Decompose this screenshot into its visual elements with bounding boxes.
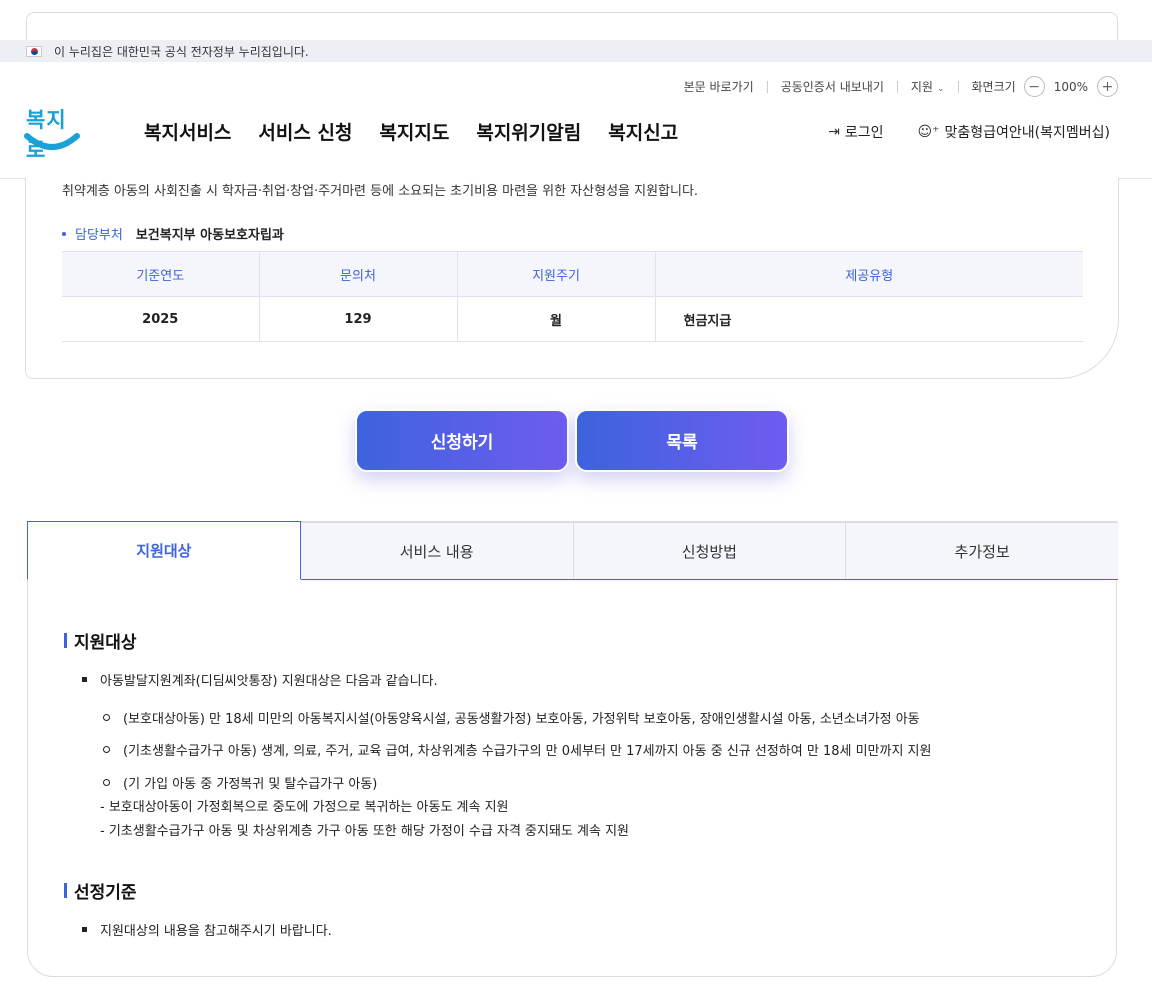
detail-tab-panel: 지원대상 서비스 내용 신청방법 추가정보 지원대상 아동발달지원계좌(디딤씨앗…: [27, 521, 1118, 977]
chevron-down-icon: ⌄: [936, 84, 945, 94]
tab-service-content[interactable]: 서비스 내용: [300, 522, 574, 579]
service-description: 취약계층 아동의 사회진출 시 학자금·취업·창업·주거마련 등에 소요되는 초…: [62, 184, 699, 199]
list-item: 지원대상의 내용을 참고해주시기 바랍니다.: [82, 920, 332, 939]
nav-item-welfare-report[interactable]: 복지신고: [608, 118, 678, 145]
eligibility-intro: 아동발달지원계좌(디딤씨앗통장) 지원대상은 다음과 같습니다.: [100, 674, 438, 689]
title-accent-bar: [64, 633, 67, 648]
login-icon: ⇥: [828, 124, 840, 140]
eligibility-note-2: - 기초생활수급가구 아동 및 차상위계층 가구 아동 또한 해당 가정이 수급…: [100, 824, 629, 839]
col-header-cycle: 지원주기: [457, 251, 656, 297]
circle-bullet-icon: [103, 779, 110, 786]
list-item: (기초생활수급가구 아동) 생계, 의료, 주거, 교육 급여, 차상위계층 수…: [103, 740, 931, 759]
membership-button[interactable]: ☺⁺ 맞춤형급여안내(복지멤버십): [918, 122, 1110, 142]
utility-menu: 본문 바로가기 공동인증서 내보내기 지원 ⌄ 화면크기 − 100% +: [684, 76, 1118, 97]
criteria-text: 지원대상의 내용을 참고해주시기 바랍니다.: [100, 924, 332, 939]
dept-value: 보건복지부 아동보호자립과: [135, 228, 284, 243]
responsible-department: 담당부처 보건복지부 아동보호자립과: [62, 224, 284, 243]
cell-contact: 129: [259, 296, 458, 342]
table-row: 2025 129 월 현금지급: [62, 296, 1083, 342]
section-title-text: 선정기준: [74, 883, 137, 903]
tab-additional-info[interactable]: 추가정보: [846, 522, 1118, 579]
eligibility-item-1: (보호대상아동) 만 18세 미만의 아동복지시설(아동양육시설, 공동생활가정…: [123, 712, 920, 727]
nav-item-welfare-service[interactable]: 복지서비스: [144, 118, 231, 145]
list-item: (보호대상아동) 만 18세 미만의 아동복지시설(아동양육시설, 공동생활가정…: [103, 708, 920, 727]
support-label: 지원: [910, 80, 933, 94]
divider: [766, 80, 768, 93]
site-header: 본문 바로가기 공동인증서 내보내기 지원 ⌄ 화면크기 − 100% + 복지로…: [0, 62, 1152, 179]
col-header-type: 제공유형: [655, 251, 1083, 297]
zoom-out-button[interactable]: −: [1023, 76, 1045, 97]
login-button[interactable]: ⇥ 로그인: [828, 122, 883, 142]
list-item: 아동발달지원계좌(디딤씨앗통장) 지원대상은 다음과 같습니다.: [82, 670, 438, 689]
tab-application-method[interactable]: 신청방법: [573, 522, 847, 579]
section-title-criteria: 선정기준: [64, 878, 137, 903]
cell-cycle: 월: [457, 296, 656, 342]
cell-type: 현금지급: [655, 296, 1083, 342]
login-label: 로그인: [844, 125, 884, 141]
divider: [896, 80, 898, 93]
tab-bar: 지원대상 서비스 내용 신청방법 추가정보: [27, 521, 1118, 580]
service-info-card: 취약계층 아동의 사회진출 시 학자금·취업·창업·주거마련 등에 소요되는 초…: [25, 178, 1119, 379]
bullet-dot-icon: [62, 231, 66, 236]
square-bullet-icon: [82, 927, 87, 932]
circle-bullet-icon: [103, 714, 110, 721]
eligibility-item-2: (기초생활수급가구 아동) 생계, 의료, 주거, 교육 급여, 차상위계층 수…: [123, 744, 932, 759]
nav-item-crisis-alert[interactable]: 복지위기알림: [476, 118, 581, 145]
square-bullet-icon: [82, 677, 87, 682]
service-info-table: 기준연도 문의처 지원주기 제공유형 2025 129 월 현금지급: [62, 251, 1083, 342]
membership-label: 맞춤형급여안내(복지멤버십): [944, 125, 1110, 141]
section-title-text: 지원대상: [74, 633, 137, 653]
gov-notice-text: 이 누리집은 대한민국 공식 전자정부 누리집입니다.: [54, 44, 309, 59]
site-logo[interactable]: 복지로: [24, 104, 80, 162]
eligibility-item-3: (기 가입 아동 중 가정복귀 및 탈수급가구 아동): [123, 777, 378, 792]
dept-label: 담당부처: [75, 228, 123, 243]
col-header-year: 기준연도: [62, 251, 260, 297]
title-accent-bar: [64, 883, 67, 898]
gov-notice-bar: 이 누리집은 대한민국 공식 전자정부 누리집입니다.: [0, 40, 1152, 62]
skip-to-content-link[interactable]: 본문 바로가기: [684, 78, 754, 95]
logo-smile-icon: [24, 133, 80, 150]
zoom-in-button[interactable]: +: [1097, 76, 1118, 97]
col-header-contact: 문의처: [259, 251, 458, 297]
export-certificate-link[interactable]: 공동인증서 내보내기: [781, 78, 884, 95]
section-title-eligibility: 지원대상: [64, 628, 137, 653]
korea-flag-icon: [26, 45, 42, 57]
apply-button[interactable]: 신청하기: [355, 409, 569, 472]
page: 이 누리집은 대한민국 공식 전자정부 누리집입니다. 본문 바로가기 공동인증…: [0, 0, 1152, 1002]
tab-eligibility[interactable]: 지원대상: [27, 521, 301, 580]
add-user-icon: ☺⁺: [917, 124, 940, 140]
screen-size-label: 화면크기: [971, 80, 1016, 94]
support-dropdown[interactable]: 지원 ⌄: [911, 78, 945, 95]
list-item: (기 가입 아동 중 가정복귀 및 탈수급가구 아동): [103, 773, 377, 792]
header-actions: ⇥ 로그인 ☺⁺ 맞춤형급여안내(복지멤버십): [794, 122, 1110, 142]
cell-year: 2025: [62, 296, 260, 342]
main-navigation: 복지서비스 서비스 신청 복지지도 복지위기알림 복지신고: [144, 118, 705, 145]
divider: [957, 80, 959, 93]
circle-bullet-icon: [103, 746, 110, 753]
nav-item-service-application[interactable]: 서비스 신청: [258, 118, 352, 145]
eligibility-note-1: - 보호대상아동이 가정회복으로 중도에 가정으로 복귀하는 아동도 계속 지원: [100, 800, 509, 815]
list-button[interactable]: 목록: [575, 409, 789, 472]
table-header-row: 기준연도 문의처 지원주기 제공유형: [62, 251, 1083, 297]
nav-item-welfare-map[interactable]: 복지지도: [379, 118, 449, 145]
zoom-level: 100%: [1053, 79, 1088, 94]
